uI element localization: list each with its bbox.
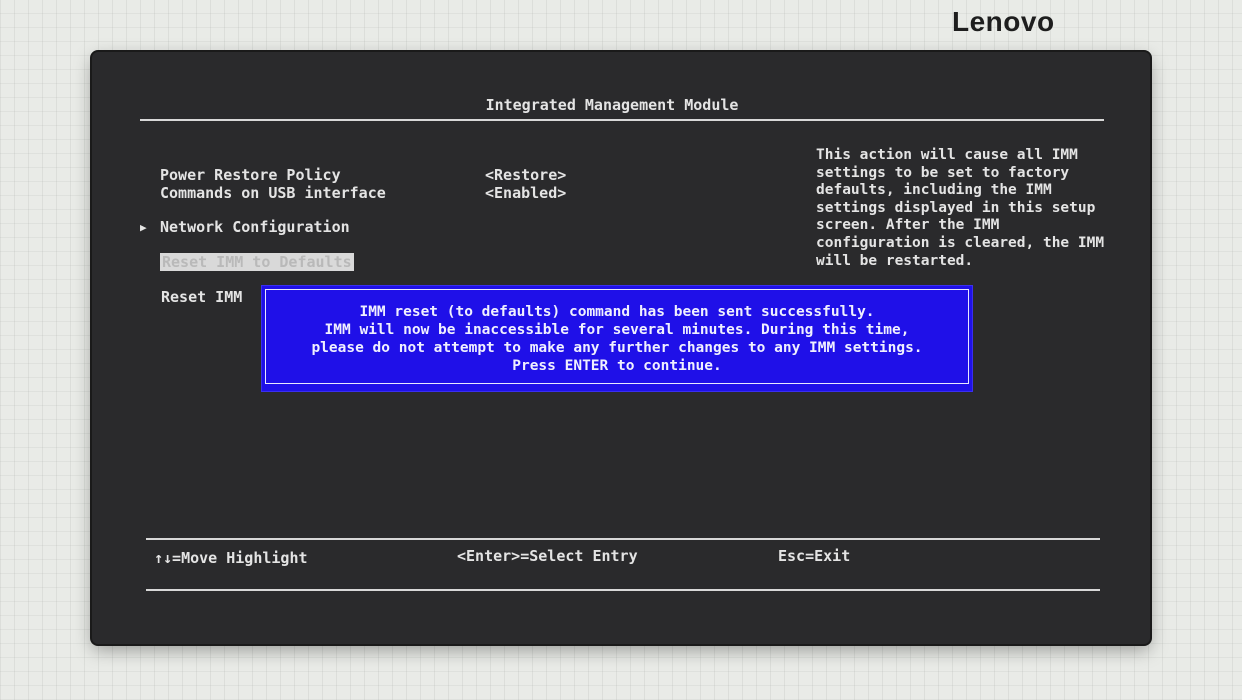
help-text: This action will cause all IMM settings … [816,147,1105,269]
setting-label-usb-commands[interactable]: Commands on USB interface [160,184,386,202]
dialog-border: IMM reset (to defaults) command has been… [265,289,969,384]
menu-item-reset-to-defaults[interactable]: Reset IMM to Defaults [160,253,354,271]
setting-value-usb-commands[interactable]: <Enabled> [485,184,566,202]
footer-move-highlight: ↑↓=Move Highlight [154,549,308,567]
footer-bottom-divider [146,589,1100,591]
dialog-line-2: IMM will now be inaccessible for several… [324,322,910,338]
setting-label-power-restore[interactable]: Power Restore Policy [160,166,341,184]
footer-select-entry: <Enter>=Select Entry [457,547,638,565]
dialog-line-4: Press ENTER to continue. [512,358,722,374]
lenovo-logo: Lenovo [952,6,1055,37]
bios-setup-screen: Integrated Management Module Power Resto… [92,52,1150,644]
menu-item-network-configuration[interactable]: Network Configuration [160,218,350,236]
footer-exit: Esc=Exit [778,547,851,565]
reset-confirmation-dialog[interactable]: IMM reset (to defaults) command has been… [262,286,972,391]
dialog-line-3: please do not attempt to make any furthe… [311,340,923,356]
setting-value-power-restore[interactable]: <Restore> [485,166,566,184]
dialog-line-1: IMM reset (to defaults) command has been… [359,304,875,320]
footer-top-divider [146,538,1100,540]
title-divider [140,119,1104,121]
submenu-arrow-icon: ▶ [140,221,147,234]
menu-item-reset-imm[interactable]: Reset IMM [161,288,242,306]
page-title: Integrated Management Module [485,96,739,114]
